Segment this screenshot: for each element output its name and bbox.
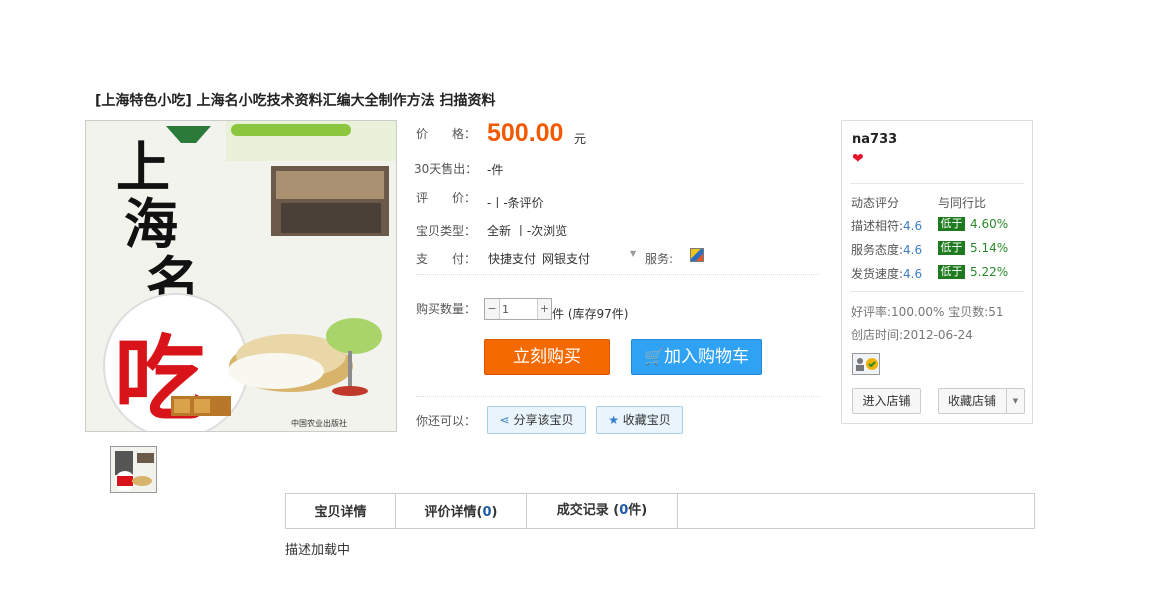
service-badge-icon[interactable] [690, 248, 704, 262]
seller-name[interactable]: na733 [852, 132, 897, 147]
divider-top [416, 274, 820, 275]
service-attitude-pct: 5.14% [970, 241, 1009, 255]
pay-label: 支 付： [416, 252, 477, 266]
desc-match-badge: 低于 [938, 217, 965, 231]
type-value: 全新 丨-次浏览 [487, 224, 568, 238]
compare-label: 与同行比 [938, 196, 987, 210]
cover-publisher: 中国农业出版社 [291, 418, 347, 428]
dynamic-rating-label: 动态评分 [851, 196, 900, 210]
share-button[interactable]: ⋖ 分享该宝贝 [487, 406, 586, 434]
detail-tabs: 宝贝详情 评价详情(0) 成交记录 (0件) [285, 493, 1035, 529]
pay-dropdown-icon[interactable]: ▼ [630, 249, 636, 258]
shipping-speed-label: 发货速度: [851, 267, 904, 281]
tab-reviews-prefix: 评价详情( [424, 505, 483, 520]
add-to-cart-label: 加入购物车 [663, 347, 749, 367]
tab-reviews-count: 0 [482, 505, 492, 520]
pay-option-quick[interactable]: 快捷支付 [488, 250, 536, 267]
enter-shop-button[interactable]: 进入店铺 [852, 388, 921, 414]
tab-transactions[interactable]: 成交记录 (0件) [527, 494, 678, 528]
tab-transactions-suffix: 件) [628, 503, 648, 518]
cover-char-1: 上 [116, 135, 170, 199]
book-cover-thumbnail-image [111, 447, 156, 492]
service-attitude-row: 服务态度:4.6 [851, 241, 922, 258]
quantity-input[interactable] [500, 300, 538, 318]
rating-label: 评 价： [416, 191, 477, 205]
service-attitude-label: 服务态度: [851, 243, 904, 257]
product-title: [上海特色小吃] 上海名小吃技术资料汇编大全制作方法 扫描资料 [95, 93, 496, 109]
stock-text: 件 (库存97件) [552, 307, 629, 321]
service-attitude-score: 4.6 [903, 243, 923, 257]
shipping-speed-pct: 5.22% [970, 265, 1009, 279]
rating-value[interactable]: -丨-条评价 [487, 194, 544, 211]
product-thumbnail[interactable] [110, 446, 157, 493]
tab-item-detail[interactable]: 宝贝详情 [286, 494, 396, 528]
favorite-shop-button[interactable]: 收藏店铺 ▼ [938, 388, 1025, 414]
shipping-speed-row: 发货速度:4.6 [851, 265, 922, 282]
description-loading-text: 描述加载中 [285, 543, 351, 558]
seller-heart-icon: ❤ [852, 151, 864, 167]
seller-divider-1 [850, 183, 1024, 184]
add-to-cart-button[interactable]: 🛒加入购物车 [631, 339, 762, 375]
seller-divider-2 [850, 291, 1024, 292]
book-cover-image: 上 海 名 小 吃 中国农业出版社 [86, 121, 396, 431]
service-attitude-badge: 低于 [938, 241, 965, 255]
quantity-stepper[interactable]: − + [484, 298, 552, 320]
star-icon: ★ [608, 413, 619, 427]
seller-info-panel: na733 ❤ 动态评分 与同行比 描述相符:4.6 低于 4.60% 服务态度… [841, 120, 1033, 424]
desc-match-pct: 4.60% [970, 217, 1009, 231]
good-rate-text: 好评率:100.00% 宝贝数:51 [851, 305, 1004, 319]
shipping-speed-score: 4.6 [903, 267, 923, 281]
currency-unit: 元 [574, 132, 587, 146]
quantity-minus-button[interactable]: − [485, 299, 500, 319]
cart-icon: 🛒 [644, 347, 664, 366]
sold-value: -件 [487, 163, 504, 177]
seller-certification-icon[interactable] [852, 353, 880, 375]
tab-reviews-suffix: ) [491, 505, 498, 520]
cover-char-2: 海 [124, 192, 178, 256]
price-value: 500.00 [487, 119, 564, 147]
quantity-plus-button[interactable]: + [537, 299, 551, 319]
share-label: 分享该宝贝 [513, 413, 574, 427]
tab-transactions-count: 0 [619, 503, 629, 518]
sold-label: 30天售出： [414, 162, 478, 176]
shipping-speed-badge: 低于 [938, 265, 965, 279]
you-can-label: 你还可以： [416, 414, 477, 428]
desc-match-label: 描述相符: [851, 219, 904, 233]
type-label: 宝贝类型： [416, 224, 477, 238]
tab-reviews[interactable]: 评价详情(0) [396, 494, 527, 528]
favorite-item-button[interactable]: ★ 收藏宝贝 [596, 406, 683, 434]
tab-transactions-prefix: 成交记录 ( [556, 503, 620, 518]
desc-match-score: 4.6 [903, 219, 923, 233]
quantity-label: 购买数量： [416, 302, 477, 316]
buy-now-button[interactable]: 立刻购买 [484, 339, 610, 375]
favorite-item-label: 收藏宝贝 [622, 413, 671, 427]
certificate-badge-icon [856, 358, 878, 371]
favorite-shop-label: 收藏店铺 [948, 394, 997, 408]
pay-option-bank[interactable]: 网银支付 [542, 250, 590, 267]
product-main-image[interactable]: 上 海 名 小 吃 中国农业出版社 [85, 120, 397, 432]
divider-bottom [416, 396, 820, 397]
favorite-shop-dropdown-icon[interactable]: ▼ [1006, 389, 1024, 413]
price-label: 价 格： [416, 127, 477, 141]
share-icon: ⋖ [499, 413, 510, 427]
desc-match-row: 描述相符:4.6 [851, 217, 922, 234]
shop-created-text: 创店时间:2012-06-24 [851, 328, 973, 342]
service-label: 服务: [645, 252, 674, 266]
